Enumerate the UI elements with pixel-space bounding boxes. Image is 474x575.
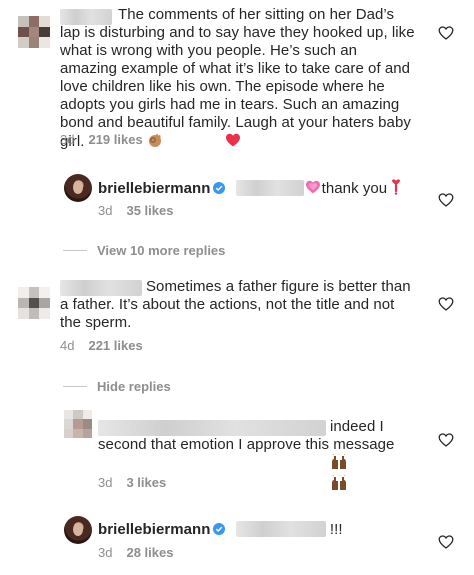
comment-meta: 4d 221 likes (60, 338, 143, 353)
redacted-mention[interactable] (235, 180, 304, 196)
reply-time[interactable]: 3d (98, 203, 112, 218)
avatar[interactable] (64, 174, 92, 202)
reply-likes[interactable]: 28 likes (126, 545, 173, 560)
comment-likes[interactable]: 219 likes (88, 132, 142, 147)
comment-text: Sometimes a father figure is better than… (60, 278, 411, 331)
exclamation-heart-emoji (391, 179, 401, 200)
reply-meta: 3d 28 likes (98, 545, 173, 560)
avatar[interactable] (18, 287, 50, 319)
reply-text: !!! (329, 521, 343, 538)
redacted-mention[interactable] (235, 521, 326, 537)
red-heart-emoji (167, 132, 241, 153)
reply-text: indeed I second that emotion I approve t… (98, 418, 395, 453)
like-heart-icon[interactable] (438, 534, 454, 550)
like-heart-icon[interactable] (438, 25, 454, 41)
reply-body: briellebiermann !!! (98, 521, 418, 539)
comment-meta: 3d 219 likes (60, 132, 143, 147)
comment-body: The comments of her sitting on her Dad’s… (60, 6, 415, 153)
view-more-replies-label: View 10 more replies (97, 243, 226, 258)
reply-meta: 3d 35 likes (98, 203, 173, 218)
username[interactable]: briellebiermann (98, 180, 210, 197)
reply-likes[interactable]: 35 likes (126, 203, 173, 218)
username[interactable]: briellebiermann (98, 521, 210, 538)
growing-heart-emoji (304, 179, 322, 200)
view-more-replies-button[interactable]: View 10 more replies (63, 243, 225, 258)
raising-hands-emoji (98, 453, 348, 475)
comment-time[interactable]: 4d (60, 338, 74, 353)
comment-likes[interactable]: 221 likes (88, 338, 142, 353)
verified-badge-icon (213, 181, 226, 194)
reply-time[interactable]: 3d (98, 475, 112, 490)
reply-time[interactable]: 3d (98, 545, 112, 560)
avatar[interactable] (64, 516, 92, 544)
reply-meta: 3d 3 likes (98, 475, 166, 490)
divider-line (63, 250, 87, 251)
hide-replies-label: Hide replies (97, 379, 171, 394)
reply-body: briellebiermann thank you (98, 179, 418, 200)
comment-time[interactable]: 3d (60, 132, 74, 147)
like-heart-icon[interactable] (438, 296, 454, 312)
comment-body: Sometimes a father figure is better than… (60, 278, 415, 332)
hide-replies-button[interactable]: Hide replies (63, 379, 171, 394)
like-heart-icon[interactable] (438, 432, 454, 448)
like-heart-icon[interactable] (438, 192, 454, 208)
avatar[interactable] (18, 16, 50, 48)
reply-likes[interactable]: 3 likes (126, 475, 166, 490)
verified-badge-icon (213, 522, 226, 535)
comment-text: The comments of her sitting on her Dad’s… (60, 6, 415, 150)
reply-text: thank you (321, 180, 388, 197)
avatar[interactable] (64, 410, 92, 438)
divider-line (63, 386, 87, 387)
